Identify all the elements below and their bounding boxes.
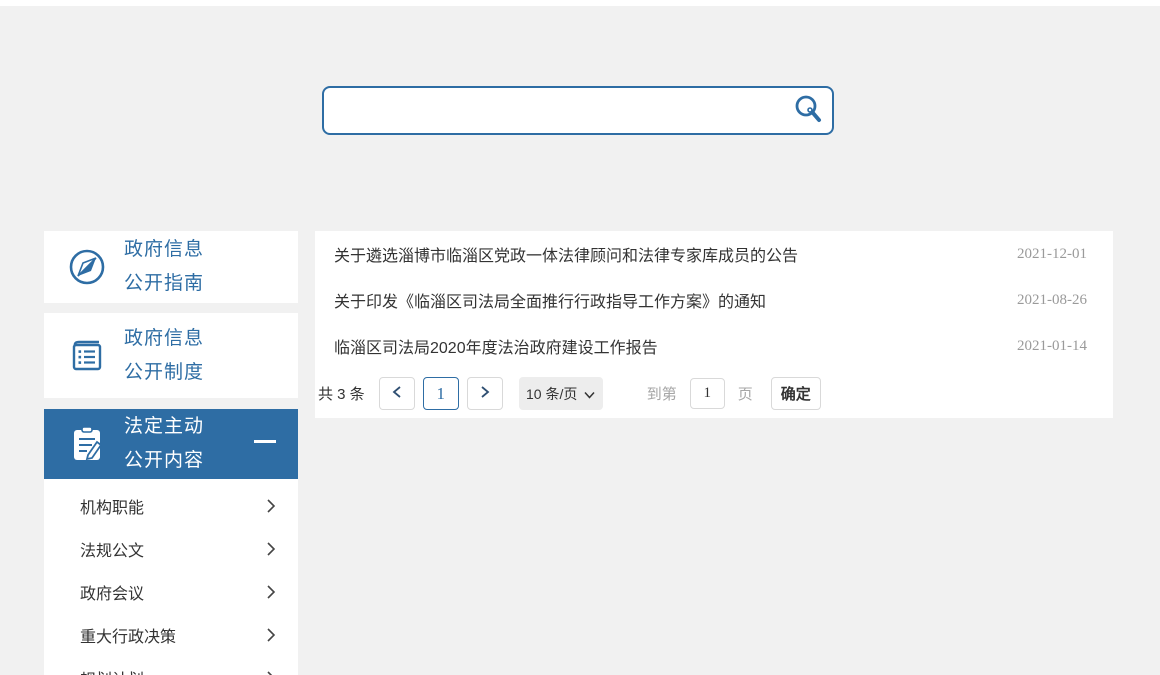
sidebar-item-regulations[interactable]: 法规公文 [44,527,298,570]
search-button[interactable] [784,88,832,133]
article-title[interactable]: 临淄区司法局2020年度法治政府建设工作报告 [334,334,658,358]
compass-icon [65,245,109,289]
prev-page-button[interactable] [379,377,415,410]
total-count-label: 共 3 条 [318,383,365,404]
sub-item-label: 机构职能 [80,494,144,518]
article-list-panel: 关于遴选淄博市临淄区党政一体法律顾问和法律专家库成员的公告 2021-12-01… [315,231,1113,418]
goto-page-group: 到第 页 [647,378,753,409]
page-number-button[interactable]: 1 [423,377,459,410]
chevron-right-icon [266,627,276,643]
sidebar-item-legal-active-disclosure[interactable]: 法定主动 公开内容 [44,409,298,479]
minus-icon [254,440,276,443]
article-row[interactable]: 关于印发《临淄区司法局全面推行行政指导工作方案》的通知 2021-08-26 [315,277,1113,323]
sidebar-sublist: 机构职能 法规公文 政府会议 重大行政决策 [44,479,298,675]
article-row[interactable]: 关于遴选淄博市临淄区党政一体法律顾问和法律专家库成员的公告 2021-12-01 [315,231,1113,277]
sub-item-label: 政府会议 [80,580,144,604]
chevron-right-icon [480,385,490,402]
article-row[interactable]: 临淄区司法局2020年度法治政府建设工作报告 2021-01-14 [315,323,1113,369]
page-size-select[interactable]: 10 条/页 [519,377,603,410]
chevron-right-icon [266,670,276,675]
goto-page-input[interactable] [690,378,725,409]
sub-item-label: 法规公文 [80,537,144,561]
sidebar-item-gov-meetings[interactable]: 政府会议 [44,570,298,613]
search-input[interactable] [324,88,784,133]
article-title[interactable]: 关于遴选淄博市临淄区党政一体法律顾问和法律专家库成员的公告 [334,242,798,266]
search-icon [792,93,824,128]
sidebar-item-disclosure-guide[interactable]: 政府信息 公开指南 [44,231,298,303]
sidebar-item-planning[interactable]: 规划计划 [44,656,298,675]
next-page-button[interactable] [467,377,503,410]
search-box [322,86,834,135]
article-date: 2021-01-14 [997,338,1087,355]
top-strip [0,0,1160,6]
sidebar-item-major-decisions[interactable]: 重大行政决策 [44,613,298,656]
confirm-button[interactable]: 确定 [771,377,821,410]
sidebar-item-label: 法定主动 公开内容 [124,410,204,478]
sidebar-item-org-functions[interactable]: 机构职能 [44,484,298,527]
sidebar-item-label: 政府信息 公开指南 [124,233,204,301]
article-date: 2021-12-01 [997,246,1087,263]
chevron-down-icon [584,386,595,402]
sidebar-item-disclosure-system[interactable]: 政府信息 公开制度 [44,313,298,398]
sub-item-label: 重大行政决策 [80,623,176,647]
goto-suffix-label: 页 [738,383,753,404]
page-size-value: 10 条/页 [526,384,577,404]
sidebar: 政府信息 公开指南 政府信息 公开制度 [44,231,298,675]
article-date: 2021-08-26 [997,292,1087,309]
chevron-left-icon [392,385,402,402]
goto-prefix-label: 到第 [647,383,677,404]
page: 政府信息 公开指南 政府信息 公开制度 [0,0,1160,674]
pagination: 共 3 条 1 10 条/页 到第 页 [315,369,1113,418]
sidebar-item-label: 政府信息 公开制度 [124,322,204,390]
clipboard-pen-icon [65,422,109,466]
chevron-right-icon [266,541,276,557]
article-title[interactable]: 关于印发《临淄区司法局全面推行行政指导工作方案》的通知 [334,288,766,312]
chevron-right-icon [266,584,276,600]
ledger-list-icon [65,334,109,378]
chevron-right-icon [266,498,276,514]
